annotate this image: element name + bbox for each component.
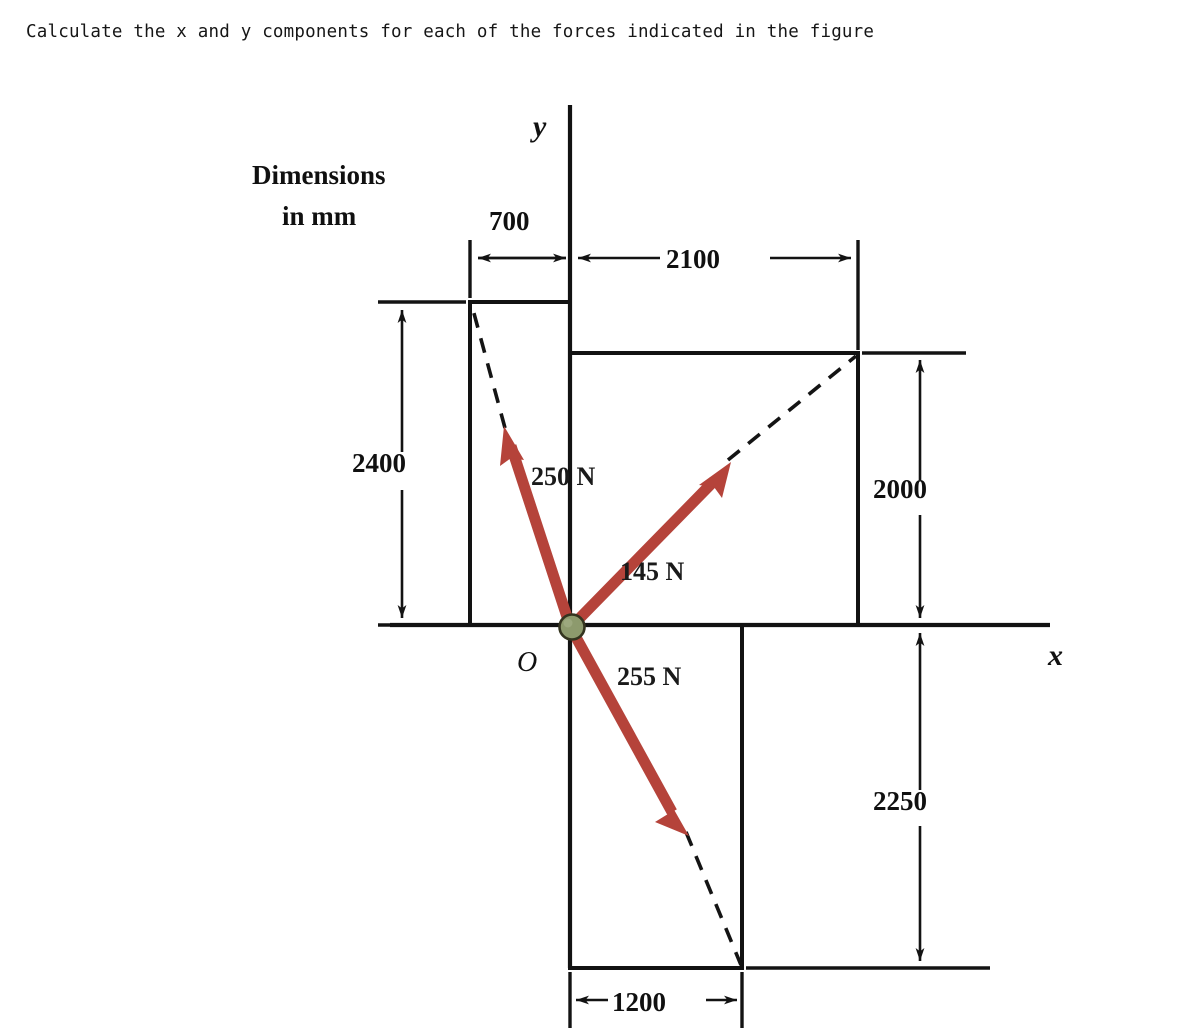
force-145n-shaft [568,477,718,630]
force-vector-145n: 145 N [568,462,731,630]
dash-line-145n [726,354,858,462]
x-axis-label: x [1047,639,1063,672]
force-145n-label: 145 N [620,557,685,586]
y-axis-label: y [530,110,547,143]
origin-dot [558,613,586,641]
origin-dot-highlight [563,618,573,628]
force-extension-lines [470,305,858,966]
dimension-2250: 2250 [746,633,990,970]
dimensions-note: Dimensions in mm [252,160,386,231]
origin-label: O [517,647,537,678]
dimension-2400: 2400 [352,300,466,627]
dimension-700: 700 [468,206,566,298]
question-prompt: Calculate the x and y components for eac… [26,22,875,42]
dash-line-250n [470,305,507,429]
dash-line-255n [684,831,743,966]
diagram-canvas: y x O 700 2100 2400 2000 2250 1200 250 N… [252,105,1063,1028]
dimension-2100: 2100 [578,240,860,350]
dimension-1200: 1200 [568,972,744,1028]
force-255n-label: 255 N [617,662,682,691]
force-diagram-figure: y x O 700 2100 2400 2000 2250 1200 250 N… [0,60,1200,1036]
note-line-2: in mm [282,201,357,231]
dimension-2000: 2000 [862,351,990,627]
force-255n-shaft [567,627,677,815]
page-root: Calculate the x and y components for eac… [0,0,1200,1036]
dim-2100-label: 2100 [666,244,720,274]
origin-marker [558,613,586,641]
dim-2000-label: 2000 [873,474,927,504]
dim-2400-label: 2400 [352,448,406,478]
force-vector-250n: 250 N [500,426,596,628]
dim-1200-label: 1200 [612,987,666,1017]
force-vector-255n: 255 N [567,627,689,836]
dim-2250-label: 2250 [873,786,927,816]
note-line-1: Dimensions [252,160,386,190]
dim-700-label: 700 [489,206,530,236]
force-250n-label: 250 N [531,462,596,491]
